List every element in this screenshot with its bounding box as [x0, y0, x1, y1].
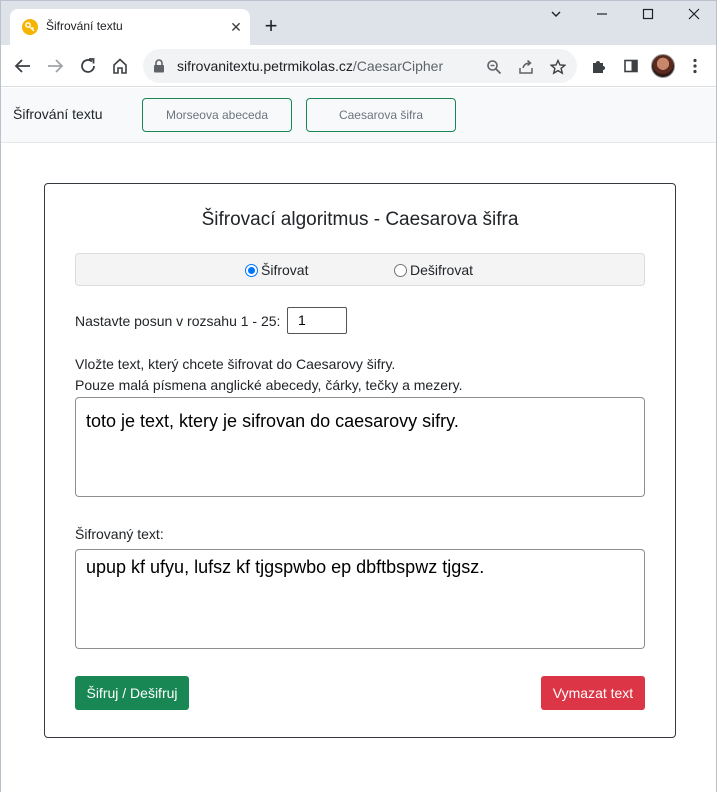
nav-morse-link[interactable]: Morseova abeceda — [142, 98, 292, 132]
tab-title: Šifrování textu — [46, 19, 123, 33]
mode-radio-group: Šifrovat Dešifrovat — [75, 253, 645, 286]
radio-encrypt[interactable]: Šifrovat — [245, 262, 308, 278]
browser-toolbar: sifrovanitextu.petrmikolas.cz/CaesarCiph… — [1, 45, 716, 87]
extensions-icon[interactable] — [587, 54, 611, 78]
plaintext-textarea[interactable]: toto je text, ktery je sifrovan do caesa… — [75, 397, 645, 497]
address-bar[interactable]: sifrovanitextu.petrmikolas.cz/CaesarCiph… — [143, 49, 577, 83]
web-page: Šifrování textu Morseova abeceda Caesaro… — [1, 88, 716, 792]
browser-window: Šifrování textu ✕ + sifrovanitextu.petrm… — [0, 0, 717, 792]
side-panel-icon[interactable] — [619, 54, 643, 78]
lock-icon[interactable] — [153, 59, 165, 78]
encrypt-decrypt-button[interactable]: Šifruj / Dešifruj — [75, 676, 189, 710]
input-hint-line2: Pouze malá písmena anglické abecedy, čár… — [75, 377, 463, 393]
radio-encrypt-label: Šifrovat — [261, 262, 309, 278]
reload-icon[interactable] — [76, 54, 100, 78]
tab-search-icon[interactable] — [533, 7, 579, 27]
site-brand[interactable]: Šifrování textu — [13, 106, 103, 122]
zoom-icon[interactable] — [485, 58, 503, 76]
maximize-icon[interactable] — [625, 7, 671, 27]
card-title: Šifrovací algoritmus - Caesarova šifra — [201, 209, 519, 230]
menu-dots-icon[interactable] — [683, 54, 707, 78]
ciphertext-textarea[interactable]: upup kf ufyu, lufsz kf tjgspwbo ep dbftb… — [75, 549, 645, 649]
key-icon — [22, 19, 38, 35]
tab-strip: Šifrování textu ✕ + — [1, 1, 716, 45]
profile-avatar[interactable] — [651, 54, 675, 78]
close-window-icon[interactable] — [671, 7, 717, 27]
home-icon[interactable] — [108, 54, 132, 78]
new-tab-button[interactable]: + — [259, 15, 283, 39]
output-label: Šifrovaný text: — [75, 526, 164, 542]
radio-decrypt-label: Dešifrovat — [410, 262, 474, 278]
nav-caesar-link[interactable]: Caesarova šifra — [306, 98, 456, 132]
radio-encrypt-dot[interactable] — [245, 263, 258, 277]
site-navbar: Šifrování textu Morseova abeceda Caesaro… — [1, 88, 716, 143]
forward-arrow-icon[interactable] — [43, 54, 67, 78]
browser-tab[interactable]: Šifrování textu ✕ — [10, 9, 250, 45]
input-hint-line1: Vložte text, který chcete šifrovat do Ca… — [75, 356, 396, 372]
bookmark-star-icon[interactable] — [549, 58, 567, 76]
cipher-card: Šifrovací algoritmus - Caesarova šifra Š… — [44, 183, 676, 738]
share-icon[interactable] — [517, 58, 535, 76]
minimize-icon[interactable] — [579, 7, 625, 27]
url-text[interactable]: sifrovanitextu.petrmikolas.cz/CaesarCiph… — [177, 58, 443, 74]
tab-close-icon[interactable]: ✕ — [228, 19, 244, 35]
radio-decrypt-dot[interactable] — [394, 263, 407, 277]
shift-label: Nastavte posun v rozsahu 1 - 25: — [75, 313, 281, 329]
clear-text-button[interactable]: Vymazat text — [541, 676, 645, 710]
radio-decrypt[interactable]: Dešifrovat — [394, 262, 473, 278]
shift-input[interactable]: 1 — [287, 307, 347, 334]
back-arrow-icon[interactable] — [11, 54, 35, 78]
